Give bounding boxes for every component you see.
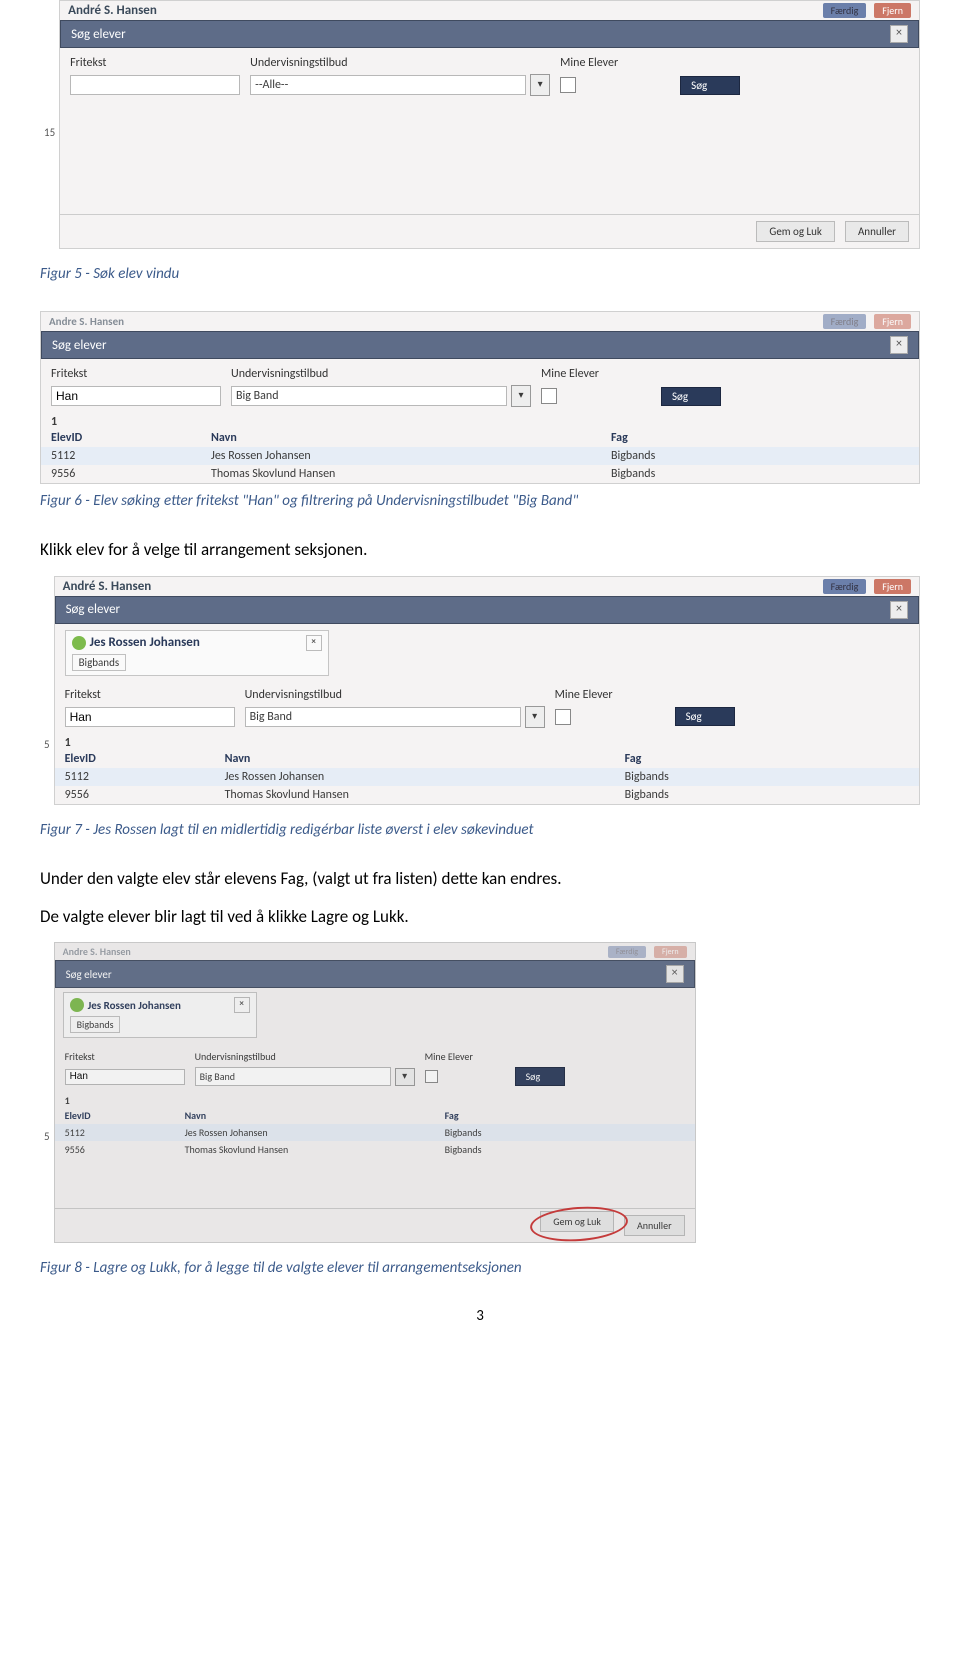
table-row[interactable]: 9556 Thomas Skovlund Hansen Bigbands xyxy=(41,465,919,483)
search-button[interactable]: Søg xyxy=(675,707,735,726)
cancel-button[interactable]: Annuller xyxy=(624,1215,685,1236)
tilbud-select[interactable]: Big Band xyxy=(195,1067,391,1086)
tilbud-select[interactable]: Big Band xyxy=(231,386,507,406)
dialog-titlebar: Søg elever × xyxy=(60,20,919,48)
remove-badge[interactable]: Fjern xyxy=(874,314,911,329)
parent-row: André S. Hansen Færdig Fjern xyxy=(60,1,919,20)
page-number: 3 xyxy=(40,1307,920,1325)
mine-elever-checkbox[interactable] xyxy=(555,709,571,725)
col-fag: Fag xyxy=(611,431,811,445)
done-badge[interactable]: Færdig xyxy=(823,579,867,594)
col-elevid: ElevID xyxy=(65,752,225,766)
col-navn: Navn xyxy=(211,431,611,445)
selected-name: Jes Rossen Johansen xyxy=(90,635,200,650)
mine-elever-checkbox[interactable] xyxy=(541,388,557,404)
row-index: 5 xyxy=(40,1050,54,1143)
parent-row: André S. Hansen Færdig Fjern xyxy=(55,577,919,596)
row-index: 15 xyxy=(40,118,59,139)
mine-elever-checkbox[interactable] xyxy=(425,1070,438,1083)
tilbud-label: Undervisningstilbud xyxy=(231,367,531,381)
table-row[interactable]: 9556 Thomas Skovlund Hansen Bigbands xyxy=(55,1141,695,1158)
figure-caption: Figur 8 - Lagre og Lukk, for å legge til… xyxy=(40,1259,920,1277)
close-icon[interactable]: × xyxy=(890,336,908,354)
fritekst-label: Fritekst xyxy=(70,56,240,70)
col-elevid: ElevID xyxy=(51,431,211,445)
row-index: 5 xyxy=(40,638,54,751)
body-paragraph: Klikk elev for å velge til arrangement s… xyxy=(40,538,920,562)
selected-fag[interactable]: Bigbands xyxy=(70,1016,121,1033)
close-icon[interactable]: × xyxy=(890,25,908,43)
remove-tag-icon[interactable]: × xyxy=(306,635,322,651)
highlight-circle xyxy=(529,1204,629,1245)
body-paragraph: De valgte elever blir lagt til ved å kli… xyxy=(40,905,920,929)
result-count: 1 xyxy=(55,736,919,750)
close-icon[interactable]: × xyxy=(666,965,684,983)
figure-caption: Figur 7 - Jes Rossen lagt til en midlert… xyxy=(40,821,920,839)
parent-row: Andre S. Hansen Færdig Fjern xyxy=(41,312,919,331)
dialog-titlebar: Søg elever × xyxy=(55,960,695,988)
fritekst-input[interactable] xyxy=(70,75,240,95)
selected-student-tag: Jes Rossen Johansen × Bigbands xyxy=(65,630,329,676)
chevron-down-icon[interactable]: ▾ xyxy=(395,1068,415,1086)
mine-elever-label: Mine Elever xyxy=(541,367,651,381)
tilbud-select[interactable]: Big Band xyxy=(245,707,521,727)
fritekst-label: Fritekst xyxy=(51,367,221,381)
remove-badge[interactable]: Fjern xyxy=(874,579,911,594)
chevron-down-icon[interactable]: ▾ xyxy=(525,706,545,728)
dialog-title: Søg elever xyxy=(66,602,121,617)
avatar-icon xyxy=(72,636,86,650)
col-navn: Navn xyxy=(225,752,625,766)
table-row[interactable]: 5112 Jes Rossen Johansen Bigbands xyxy=(55,768,919,786)
fritekst-input[interactable] xyxy=(65,1069,185,1085)
result-count: 1 xyxy=(41,415,919,429)
person-name: Andre S. Hansen xyxy=(49,315,815,328)
save-close-button[interactable]: Gem og Luk xyxy=(756,221,835,242)
tilbud-select[interactable]: --Alle-- xyxy=(250,75,526,95)
table-row[interactable]: 5112 Jes Rossen Johansen Bigbands xyxy=(41,447,919,465)
mine-elever-label: Mine Elever xyxy=(560,56,670,70)
remove-tag-icon[interactable]: × xyxy=(234,997,250,1013)
body-paragraph: Under den valgte elev står elevens Fag, … xyxy=(40,867,920,891)
parent-row: Andre S. Hansen Færdig Fjern xyxy=(55,943,695,960)
fritekst-input[interactable] xyxy=(51,386,221,406)
chevron-down-icon[interactable]: ▾ xyxy=(511,385,531,407)
dialog-title: Søg elever xyxy=(66,968,112,981)
cancel-button[interactable]: Annuller xyxy=(845,221,909,242)
search-button[interactable]: Søg xyxy=(680,76,740,95)
mine-elever-label: Mine Elever xyxy=(555,688,665,702)
person-name: André S. Hansen xyxy=(68,3,814,18)
tilbud-label: Undervisningstilbud xyxy=(245,688,545,702)
done-badge[interactable]: Færdig xyxy=(823,314,867,329)
dialog-titlebar: Søg elever × xyxy=(55,596,919,624)
figure-caption: Figur 5 - Søk elev vindu xyxy=(40,265,920,283)
person-name: André S. Hansen xyxy=(63,579,815,594)
table-row[interactable]: 9556 Thomas Skovlund Hansen Bigbands xyxy=(55,786,919,804)
dialog-title: Søg elever xyxy=(71,27,126,42)
remove-badge[interactable]: Fjern xyxy=(874,3,911,18)
selected-student-tag: Jes Rossen Johansen × Bigbands xyxy=(63,992,257,1038)
selected-fag[interactable]: Bigbands xyxy=(72,654,127,671)
result-count: 1 xyxy=(55,1094,695,1107)
avatar-icon xyxy=(70,998,84,1012)
fritekst-input[interactable] xyxy=(65,707,235,727)
chevron-down-icon[interactable]: ▾ xyxy=(530,74,550,96)
selected-name: Jes Rossen Johansen xyxy=(88,999,181,1012)
table-row[interactable]: 5112 Jes Rossen Johansen Bigbands xyxy=(55,1124,695,1141)
search-button[interactable]: Søg xyxy=(515,1067,565,1086)
dialog-titlebar: Søg elever × xyxy=(41,331,919,359)
figure-caption: Figur 6 - Elev søking etter fritekst "Ha… xyxy=(40,492,920,510)
mine-elever-checkbox[interactable] xyxy=(560,77,576,93)
col-fag: Fag xyxy=(625,752,825,766)
close-icon[interactable]: × xyxy=(890,601,908,619)
search-button[interactable]: Søg xyxy=(661,387,721,406)
tilbud-label: Undervisningstilbud xyxy=(250,56,550,70)
done-badge[interactable]: Færdig xyxy=(823,3,867,18)
fritekst-label: Fritekst xyxy=(65,688,235,702)
dialog-title: Søg elever xyxy=(52,338,107,353)
